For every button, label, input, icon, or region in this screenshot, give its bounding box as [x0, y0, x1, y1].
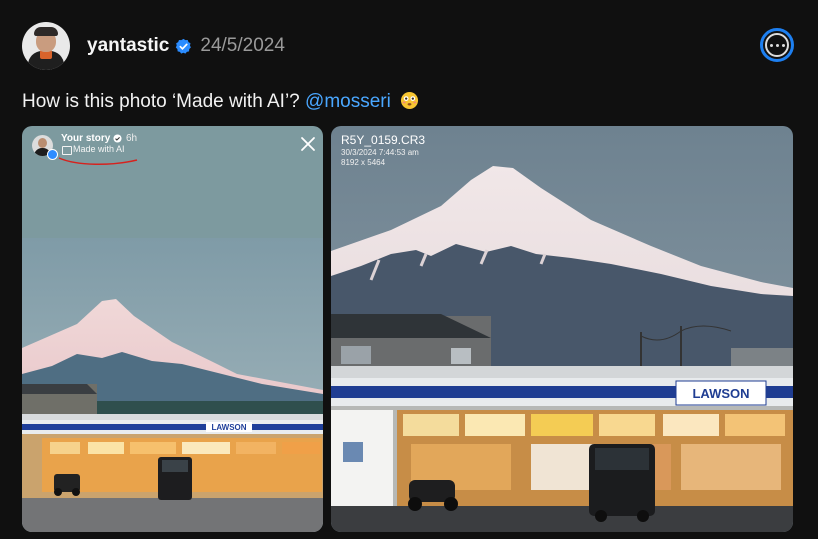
- verified-badge-icon: [176, 38, 192, 54]
- instagram-story-screenshot[interactable]: LAWSON Your story 6h Made with AI: [22, 126, 323, 532]
- story-photo-image: LAWSON: [22, 126, 323, 532]
- flushed-face-emoji-icon: [401, 91, 419, 110]
- username[interactable]: yantastic: [87, 35, 169, 57]
- file-timestamp: 30/3/2024 7:44:53 am: [341, 148, 419, 157]
- story-time: 6h: [126, 133, 138, 144]
- verified-badge-icon: [113, 134, 122, 143]
- story-header: Your story 6h Made with AI: [22, 126, 323, 166]
- red-annotation-underline: [58, 157, 138, 166]
- original-photo[interactable]: LAWSON R5Y_0159.CR3 30/3/2024 7:44:53 am…: [331, 126, 793, 532]
- made-with-ai-label[interactable]: Made with AI: [73, 144, 125, 154]
- post-header: yantastic 24/5/2024: [22, 20, 285, 72]
- file-dimensions: 8192 x 5464: [341, 158, 386, 167]
- mention-link[interactable]: @mosseri: [305, 91, 391, 112]
- file-name: R5Y_0159.CR3: [341, 133, 426, 147]
- file-metadata: R5Y_0159.CR3 30/3/2024 7:44:53 am 8192 x…: [341, 133, 425, 167]
- more-options-button[interactable]: [760, 28, 794, 62]
- story-title: Your story: [61, 133, 111, 144]
- post-caption: How is this photo ‘Made with AI’? @mosse…: [22, 91, 419, 113]
- caption-text: How is this photo ‘Made with AI’?: [22, 91, 306, 112]
- more-options-icon: [765, 33, 789, 57]
- avatar[interactable]: [22, 22, 70, 70]
- original-photo-image: LAWSON: [331, 126, 793, 532]
- lawson-sign: LAWSON: [692, 386, 749, 401]
- post-date: 24/5/2024: [200, 35, 285, 56]
- lawson-sign: LAWSON: [211, 423, 246, 432]
- close-icon[interactable]: [300, 136, 316, 152]
